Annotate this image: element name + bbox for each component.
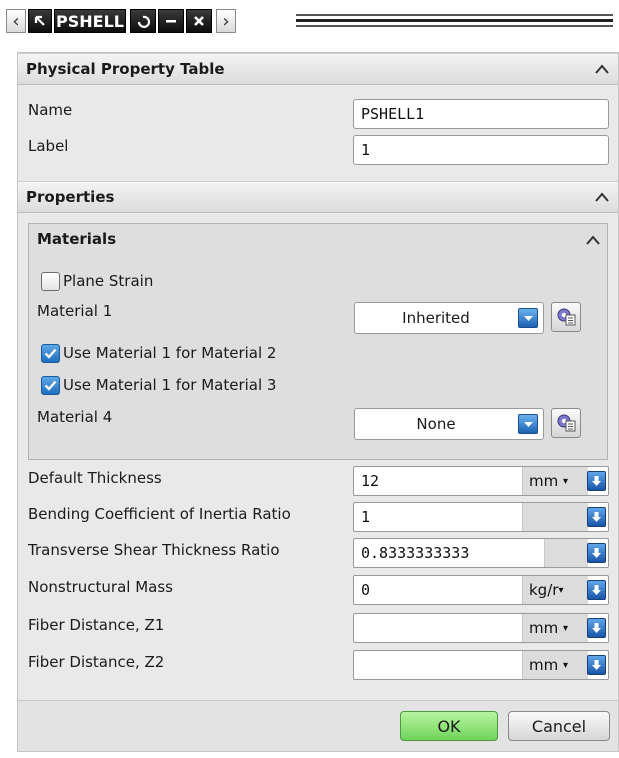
properties-header[interactable]: Properties [18, 181, 618, 213]
options-arrow-icon[interactable] [587, 543, 606, 563]
fiber-distance-z1-field[interactable]: mm ▾ [353, 613, 609, 643]
material1-value: Inherited [402, 309, 470, 327]
checkmark-icon [44, 380, 57, 391]
close-button[interactable] [186, 9, 212, 33]
options-arrow-icon[interactable] [587, 655, 606, 675]
shear-ratio-value[interactable]: 0.8333333333 [361, 539, 469, 567]
materials-header: Materials [37, 230, 117, 248]
bending-ratio-value[interactable]: 1 [361, 503, 370, 531]
cancel-button[interactable]: Cancel [508, 711, 610, 741]
unit-caret-icon: ▾ [563, 659, 569, 671]
default-thickness-label: Default Thickness [28, 469, 162, 487]
use-mat1-for-mat2-checkbox[interactable] [41, 344, 60, 363]
material-library-icon [557, 414, 576, 432]
collapse-chevron-icon[interactable] [583, 230, 603, 250]
unit-caret-icon: ▾ [563, 622, 569, 634]
unit-caret-icon: ▾ [563, 475, 569, 487]
default-thickness-unit-dropdown[interactable]: mm ▾ [522, 467, 588, 495]
dialog-titlebar: ‹ PSHELL › [6, 6, 613, 36]
unit-text: mm [529, 619, 559, 637]
dialog-title: PSHELL [54, 9, 126, 33]
material-library-icon [557, 308, 576, 326]
unit-text: mm [529, 656, 559, 674]
unit-placeholder [522, 503, 588, 531]
collapse-chevron-icon[interactable] [592, 59, 612, 79]
materials-panel: Materials Plane Strain Material 1 Inheri… [28, 223, 608, 460]
group-title: Physical Property Table [26, 60, 225, 78]
nonstructural-mass-unit-dropdown[interactable]: kg/r ▾ [522, 576, 588, 604]
shear-ratio-field[interactable]: 0.8333333333 [353, 538, 609, 568]
material1-dropdown[interactable]: Inherited [354, 302, 544, 334]
options-arrow-icon[interactable] [587, 471, 606, 491]
fiber-distance-z2-unit-dropdown[interactable]: mm ▾ [522, 651, 588, 679]
group-title: Properties [26, 188, 115, 206]
material1-select-button[interactable] [551, 302, 581, 332]
use-mat1-for-mat2-label: Use Material 1 for Material 2 [63, 344, 277, 362]
dialog-button-bar: OK Cancel [18, 700, 618, 751]
minimize-icon [166, 20, 176, 23]
plane-strain-checkbox[interactable] [41, 272, 60, 291]
arrow-select-icon [34, 15, 45, 26]
collapse-chevron-icon[interactable] [592, 187, 612, 207]
unit-text: mm [529, 472, 559, 490]
nonstructural-mass-field[interactable]: 0 kg/r ▾ [353, 575, 609, 605]
default-thickness-field[interactable]: 12 mm ▾ [353, 466, 609, 496]
use-mat1-for-mat3-label: Use Material 1 for Material 3 [63, 376, 277, 394]
dropdown-arrow-icon[interactable] [518, 308, 538, 328]
minimize-button[interactable] [158, 9, 184, 33]
physical-property-table-header[interactable]: Physical Property Table [18, 53, 618, 85]
bending-ratio-field[interactable]: 1 [353, 502, 609, 532]
unit-text: kg/r [529, 581, 559, 599]
label-label: Label [28, 137, 69, 155]
material4-value: None [416, 415, 456, 433]
label-input[interactable]: 1 [353, 135, 609, 165]
default-thickness-value[interactable]: 12 [361, 467, 379, 495]
dropdown-arrow-icon[interactable] [518, 414, 538, 434]
shear-ratio-label: Transverse Shear Thickness Ratio [28, 541, 280, 559]
material4-label: Material 4 [37, 408, 113, 426]
name-label: Name [28, 101, 73, 119]
options-arrow-icon[interactable] [587, 580, 606, 600]
bending-ratio-label: Bending Coefficient of Inertia Ratio [28, 505, 291, 523]
checkmark-icon [44, 348, 57, 359]
fiber-distance-z1-label: Fiber Distance, Z1 [28, 616, 165, 634]
pshell-dialog: Physical Property Table Name PSHELL1 Lab… [17, 52, 619, 752]
nav-forward-button[interactable]: › [216, 9, 236, 33]
select-tool-button[interactable] [28, 9, 52, 33]
plane-strain-label: Plane Strain [63, 272, 154, 290]
chevron-left-icon: ‹ [12, 10, 20, 32]
titlebar-rule [296, 14, 613, 32]
unit-caret-icon: ▾ [558, 584, 564, 596]
fiber-distance-z1-unit-dropdown[interactable]: mm ▾ [522, 614, 588, 642]
nonstructural-mass-label: Nonstructural Mass [28, 578, 173, 596]
unit-placeholder [544, 539, 588, 567]
name-input[interactable]: PSHELL1 [353, 99, 609, 129]
ok-button[interactable]: OK [400, 711, 498, 741]
nav-back-button[interactable]: ‹ [6, 9, 26, 33]
options-arrow-icon[interactable] [587, 618, 606, 638]
fiber-distance-z2-label: Fiber Distance, Z2 [28, 653, 165, 671]
material1-label: Material 1 [37, 302, 113, 320]
undo-icon [137, 15, 150, 28]
use-mat1-for-mat3-checkbox[interactable] [41, 376, 60, 395]
undo-button[interactable] [130, 9, 156, 33]
nonstructural-mass-value[interactable]: 0 [361, 576, 370, 604]
options-arrow-icon[interactable] [587, 507, 606, 527]
material4-select-button[interactable] [551, 408, 581, 438]
chevron-right-icon: › [222, 10, 230, 32]
material4-dropdown[interactable]: None [354, 408, 544, 440]
fiber-distance-z2-field[interactable]: mm ▾ [353, 650, 609, 680]
close-icon [194, 16, 204, 26]
